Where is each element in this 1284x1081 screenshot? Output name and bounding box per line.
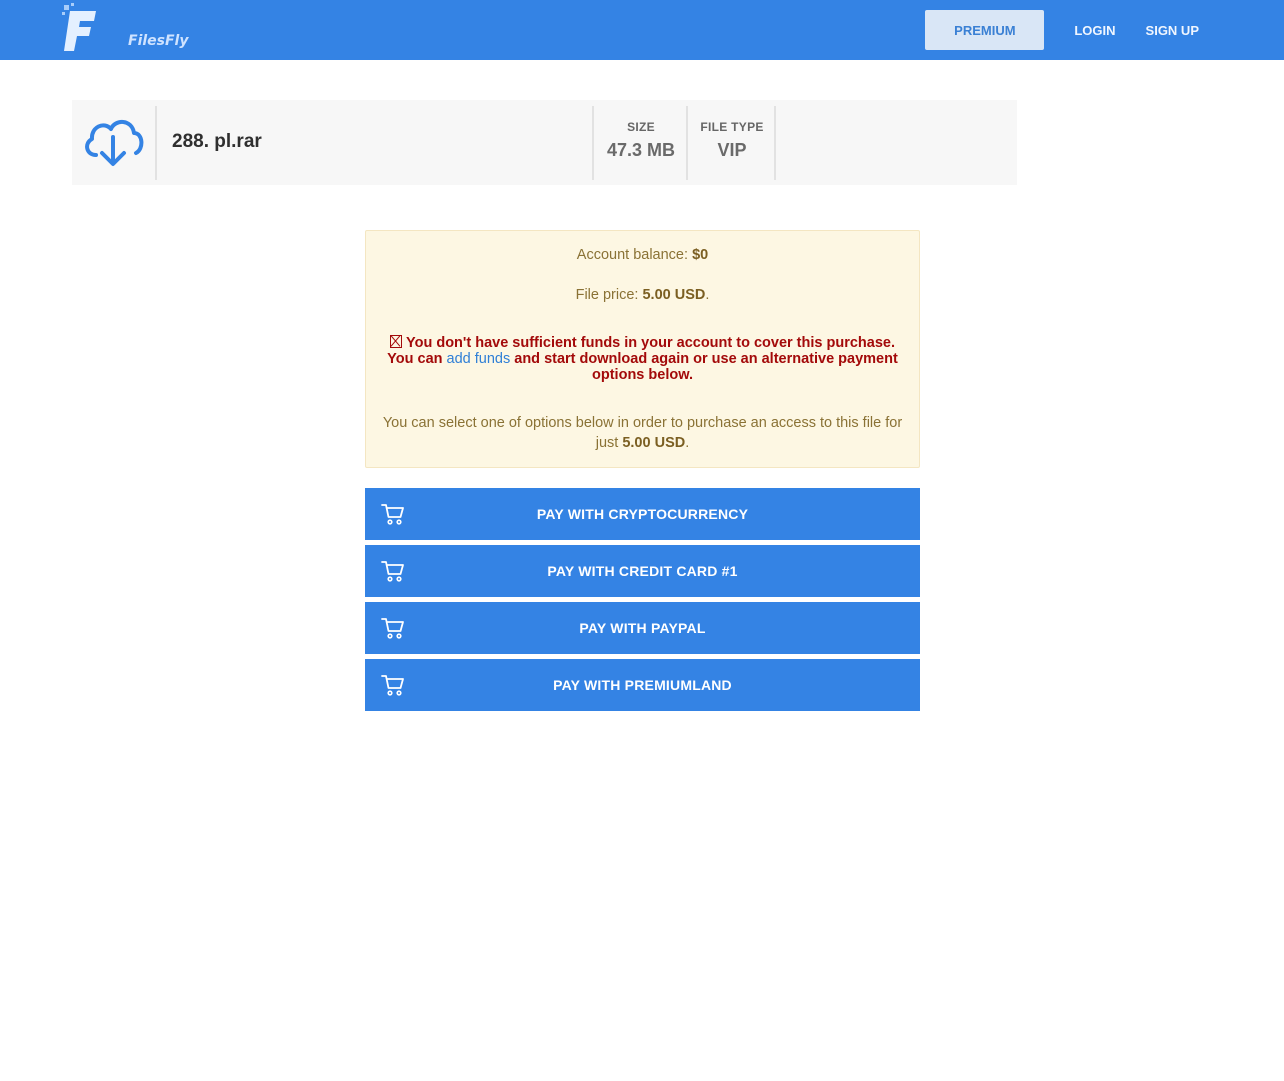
file-price: File price: 5.00 USD. [366, 287, 919, 303]
pay-credit-card-button[interactable]: PAY WITH CREDIT CARD #1 [365, 545, 920, 597]
warning-text: and start download again or use an alter… [510, 351, 898, 383]
divider [592, 106, 594, 180]
signup-link[interactable]: SIGN UP [1146, 23, 1199, 38]
file-size: SIZE 47.3 MB [596, 120, 686, 161]
top-navbar: FilesFly PREMIUM LOGIN SIGN UP [0, 0, 1284, 60]
size-value: 47.3 MB [606, 140, 676, 160]
price-value: 5.00 USD [642, 287, 706, 303]
divider [155, 106, 157, 180]
add-funds-link[interactable]: add funds [447, 351, 511, 367]
purchase-options-text: You can select one of options below in o… [378, 413, 907, 453]
pay-paypal-button[interactable]: PAY WITH PAYPAL [365, 602, 920, 654]
options-price: 5.00 USD [622, 435, 686, 451]
pay-crypto-button[interactable]: PAY WITH CRYPTOCURRENCY [365, 488, 920, 540]
account-balance: Account balance: $0 [366, 247, 919, 263]
logo-mark-icon [62, 3, 96, 51]
price-label: File price: [575, 287, 643, 303]
logo-text: FilesFly [128, 33, 189, 49]
type-value: VIP [717, 140, 747, 160]
file-name: 288. pl.rar [172, 131, 262, 152]
file-type: FILE TYPE VIP [690, 120, 774, 161]
pay-button-label: PAY WITH PREMIUMLAND [553, 677, 732, 693]
period: . [705, 287, 710, 303]
period: . [685, 435, 690, 451]
type-label: FILE TYPE [700, 120, 764, 134]
divider [686, 106, 688, 180]
main-nav: PREMIUM LOGIN SIGN UP [925, 10, 1214, 50]
cloud-download-icon [85, 120, 144, 166]
file-info-bar: 288. pl.rar SIZE 47.3 MB FILE TYPE VIP [72, 100, 1017, 185]
premium-nav-button[interactable]: PREMIUM [925, 10, 1045, 50]
pay-button-label: PAY WITH PAYPAL [579, 620, 706, 636]
pay-button-label: PAY WITH CREDIT CARD #1 [547, 563, 738, 579]
balance-value: $0 [692, 247, 709, 263]
divider [774, 106, 776, 180]
size-label: SIZE [627, 120, 655, 134]
pay-button-label: PAY WITH CRYPTOCURRENCY [536, 506, 749, 522]
insufficient-funds-warning: You don't have sufficient funds in your … [378, 335, 907, 383]
filesfly-logo[interactable]: FilesFly [62, 3, 188, 57]
balance-label: Account balance: [576, 247, 693, 263]
warning-icon [390, 335, 402, 348]
pay-premiumland-button[interactable]: PAY WITH PREMIUMLAND [365, 659, 920, 711]
purchase-alert: Account balance: $0 File price: 5.00 USD… [365, 230, 920, 468]
login-link[interactable]: LOGIN [1074, 23, 1115, 38]
